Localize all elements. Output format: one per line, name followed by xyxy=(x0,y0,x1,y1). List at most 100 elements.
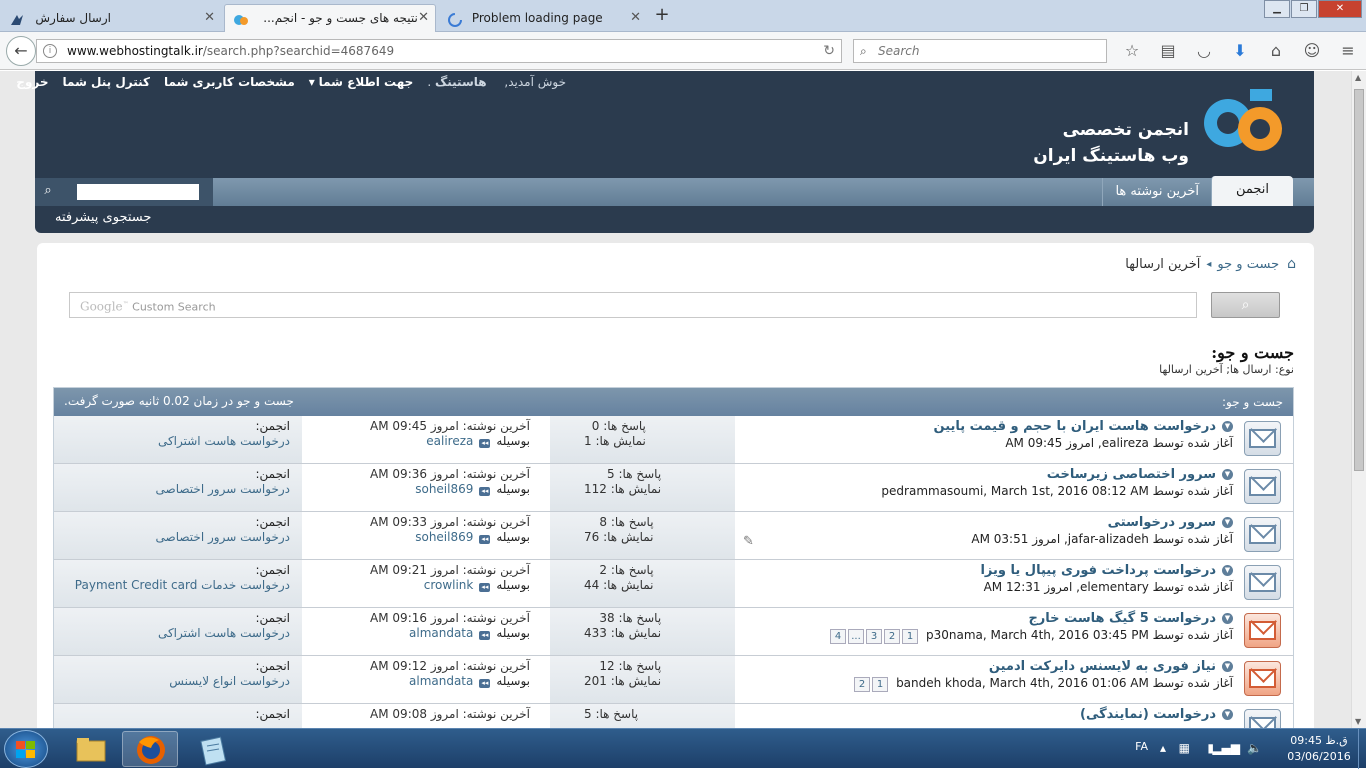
new-tab-button[interactable]: + xyxy=(652,5,672,27)
header-search-input[interactable] xyxy=(77,184,199,200)
go-to-last-post-icon[interactable]: ◂◂ xyxy=(479,583,491,592)
main-content: ⌂ جست و جو ◂ آخرین ارسالها Google™ Custo… xyxy=(37,243,1314,728)
logout-link[interactable]: خروج xyxy=(16,75,48,89)
hamburger-menu-icon[interactable]: ≡ xyxy=(1330,39,1366,63)
thread-status-icon[interactable] xyxy=(1244,517,1281,552)
download-icon[interactable]: ⬇ xyxy=(1222,39,1258,63)
bookmark-star-icon[interactable]: ☆ xyxy=(1114,39,1150,63)
go-first-unread-icon[interactable]: ▼ xyxy=(1222,613,1233,624)
language-indicator[interactable]: FA xyxy=(1135,740,1148,753)
close-tab-icon[interactable]: ✕ xyxy=(418,5,429,31)
reload-icon[interactable]: ↻ xyxy=(823,40,835,62)
thread-title-link[interactable]: ▼درخواست هاست ایران با حجم و قیمت پایین xyxy=(735,419,1233,435)
advanced-search-link[interactable]: جستجوی پیشرفته xyxy=(55,210,151,225)
back-button[interactable]: ← xyxy=(6,36,36,66)
thread-status-icon[interactable] xyxy=(1244,469,1281,504)
start-button[interactable] xyxy=(4,730,48,768)
go-to-last-post-icon[interactable]: ◂◂ xyxy=(479,631,491,640)
thread-title-link[interactable]: ▼سرور درخواستی xyxy=(735,515,1233,531)
attachment-icon[interactable]: ✎ xyxy=(743,534,754,550)
close-tab-icon[interactable]: ✕ xyxy=(204,5,215,31)
go-first-unread-icon[interactable]: ▼ xyxy=(1222,565,1233,576)
show-desktop-button[interactable] xyxy=(1358,729,1366,769)
go-first-unread-icon[interactable]: ▼ xyxy=(1222,421,1233,432)
nav-tab-latest-posts[interactable]: آخرین نوشته ها xyxy=(1102,178,1211,206)
google-custom-search-input[interactable]: Google™ Custom Search xyxy=(69,292,1197,318)
scroll-down-icon[interactable]: ▼ xyxy=(1355,717,1361,726)
page-scrollbar[interactable]: ▲ ▼ xyxy=(1351,71,1366,728)
thread-status-icon[interactable] xyxy=(1244,613,1281,648)
page-link[interactable]: 3 xyxy=(866,629,883,644)
close-tab-icon[interactable]: ✕ xyxy=(630,5,641,31)
notifications-menu[interactable]: جهت اطلاع شما ▾ xyxy=(309,75,414,89)
tab-search-results[interactable]: نتیجه های جست و جو - انجم... ✕ xyxy=(224,4,436,32)
thread-title-link[interactable]: ▼درخواست (نمایندگی) xyxy=(735,707,1233,723)
firefox-taskbar-button[interactable] xyxy=(122,731,178,767)
forum-link[interactable]: درخواست هاست اشتراکی xyxy=(54,626,290,641)
go-first-unread-icon[interactable]: ▼ xyxy=(1222,661,1233,672)
page-link[interactable]: 4 xyxy=(830,629,847,644)
home-icon[interactable]: ⌂ xyxy=(1287,256,1296,272)
last-poster-link[interactable]: crowlink xyxy=(424,578,474,592)
last-poster-link[interactable]: soheil869 xyxy=(415,530,473,544)
thread-status-icon[interactable] xyxy=(1244,565,1281,600)
forum-link[interactable]: درخواست سرور اختصاصی xyxy=(54,530,290,545)
scroll-up-icon[interactable]: ▲ xyxy=(1355,73,1361,82)
page-link[interactable]: 1 xyxy=(902,629,919,644)
site-logo-icon[interactable] xyxy=(1194,83,1294,165)
file-explorer-taskbar-button[interactable] xyxy=(62,731,118,767)
last-poster-link[interactable]: soheil869 xyxy=(415,482,473,496)
forum-link[interactable]: درخواست سرور اختصاصی xyxy=(54,482,290,497)
system-clock[interactable]: ق.ظ 09:45 03/06/2016 xyxy=(1284,733,1354,765)
minimize-button[interactable]: ▁ xyxy=(1264,0,1290,18)
page-link[interactable]: ... xyxy=(848,629,865,644)
browser-search-input[interactable]: ⌕ Search xyxy=(853,39,1107,63)
go-first-unread-icon[interactable]: ▼ xyxy=(1222,517,1233,528)
forum-link[interactable]: درخواست خدمات Payment Credit card xyxy=(54,578,290,593)
go-first-unread-icon[interactable]: ▼ xyxy=(1222,709,1233,720)
page-link[interactable]: 2 xyxy=(884,629,901,644)
go-first-unread-icon[interactable]: ▼ xyxy=(1222,469,1233,480)
last-poster-link[interactable]: ealireza xyxy=(426,434,473,448)
page-link[interactable]: 1 xyxy=(872,677,889,692)
go-to-last-post-icon[interactable]: ◂◂ xyxy=(479,679,491,688)
nav-tab-forum[interactable]: انجمن xyxy=(1211,176,1293,206)
notepad-taskbar-button[interactable] xyxy=(184,731,240,767)
thread-title-link[interactable]: ▼سرور اختصاصی زیرساخت xyxy=(735,467,1233,483)
forum-link[interactable]: درخواست هاست اشتراکی xyxy=(54,434,290,449)
home-icon[interactable]: ⌂ xyxy=(1258,39,1294,63)
thread-title-link[interactable]: ▼درخواست پرداخت فوری پیپال یا ویزا xyxy=(735,563,1233,579)
reading-list-icon[interactable]: ▤ xyxy=(1150,39,1186,63)
go-to-last-post-icon[interactable]: ◂◂ xyxy=(479,487,491,496)
network-signal-icon[interactable]: ▂▄▆ xyxy=(1212,741,1240,755)
last-poster-link[interactable]: almandata xyxy=(409,674,473,688)
username-link[interactable]: هاستینگ xyxy=(435,75,487,89)
maximize-button[interactable]: ❐ xyxy=(1291,0,1317,18)
header-search: ⌕ xyxy=(35,178,213,206)
volume-icon[interactable]: 🔈 xyxy=(1247,741,1262,755)
go-to-last-post-icon[interactable]: ◂◂ xyxy=(479,535,491,544)
google-search-button[interactable]: ⌕ xyxy=(1211,292,1280,318)
breadcrumb-search-link[interactable]: جست و جو xyxy=(1217,257,1279,272)
tab-problem-loading[interactable]: Problem loading page ✕ xyxy=(438,4,648,32)
thread-title-link[interactable]: ▼نیاز فوری به لایسنس دایرکت ادمین xyxy=(735,659,1233,675)
close-window-button[interactable]: ✕ xyxy=(1318,0,1362,18)
pocket-icon[interactable]: ◡ xyxy=(1186,39,1222,63)
last-poster-link[interactable]: almandata xyxy=(409,626,473,640)
thread-status-icon[interactable] xyxy=(1244,421,1281,456)
search-icon[interactable]: ⌕ xyxy=(37,180,59,202)
thread-title-link[interactable]: ▼درخواست 5 گیگ هاست خارج xyxy=(735,611,1233,627)
thread-status-icon[interactable] xyxy=(1244,709,1281,728)
tab-order[interactable]: ارسال سفارش ✕ xyxy=(0,4,222,32)
tray-expand-icon[interactable]: ▴ xyxy=(1160,741,1166,755)
profile-link[interactable]: مشخصات کاربری شما xyxy=(164,75,295,89)
forum-link[interactable]: درخواست انواع لایسنس xyxy=(54,674,290,689)
action-center-icon[interactable]: ▦ xyxy=(1179,741,1190,755)
go-to-last-post-icon[interactable]: ◂◂ xyxy=(479,439,491,448)
smiley-icon[interactable]: ☺ xyxy=(1294,39,1330,63)
scrollbar-thumb[interactable] xyxy=(1354,89,1364,471)
page-link[interactable]: 2 xyxy=(854,677,871,692)
usercp-link[interactable]: کنترل پنل شما xyxy=(63,75,150,89)
thread-status-icon[interactable] xyxy=(1244,661,1281,696)
url-bar[interactable]: i www.webhostingtalk.ir/search.php?searc… xyxy=(36,39,842,63)
